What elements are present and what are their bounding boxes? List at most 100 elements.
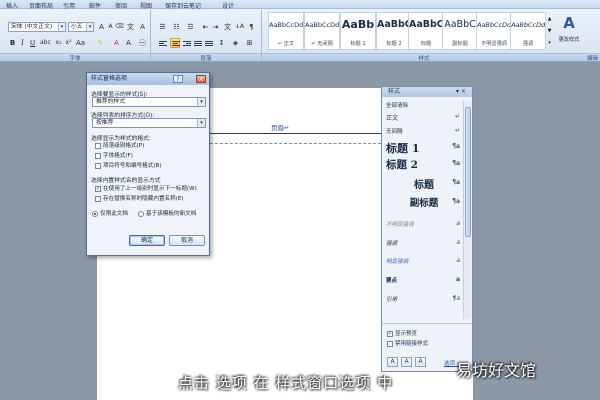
highlight-icon[interactable]: ✎ [96, 38, 105, 48]
line-spacing-icon[interactable]: ↕ [217, 38, 226, 48]
show-next-heading-checkbox[interactable]: ✓ 在使用了上一级别时显示下一标题(W) [95, 184, 197, 192]
text-effect-icon[interactable]: Aa [76, 38, 85, 48]
gallery-scroll-down-icon[interactable]: ▼ [545, 26, 554, 36]
sort-order-select[interactable]: 按推荐 ▾ [92, 118, 206, 128]
tab-design[interactable]: 设计 [222, 1, 234, 10]
new-style-icon[interactable]: A [387, 357, 398, 367]
align-right-icon[interactable] [183, 40, 191, 48]
multilevel-list-icon[interactable]: ☲ [186, 22, 195, 32]
gallery-scroll-up-icon[interactable]: ▲ [545, 14, 554, 24]
paragraph-format-checkbox[interactable]: 段落级别格式(P) [95, 141, 144, 149]
checkbox-unchecked-icon [387, 340, 393, 347]
style-tile-normal[interactable]: AaBbCcDd ↵ 正文 [268, 12, 304, 50]
superscript-icon[interactable]: x² [64, 38, 73, 48]
dialog-titlebar: 样式窗格选项 ? × [87, 73, 209, 85]
tab-references[interactable]: 引用 [63, 1, 75, 10]
char-style-icon: a [456, 257, 460, 264]
align-center-icon[interactable] [170, 38, 180, 48]
clear-format-icon[interactable]: ⌫ [115, 22, 124, 32]
show-preview-checkbox[interactable]: ✓ 显示预览 [387, 329, 417, 337]
tab-page-layout[interactable]: 页面布局 [29, 1, 53, 10]
style-tile-no-spacing[interactable]: AaBbCcDd ↵ 无间隔 [304, 12, 340, 50]
chevron-down-icon[interactable]: ▾ [58, 23, 65, 31]
tab-insert[interactable]: 插入 [6, 1, 18, 10]
bullets-format-checkbox[interactable]: 项目符号和编号格式(B) [95, 161, 162, 169]
cancel-button[interactable]: 取消 [169, 235, 205, 246]
style-name: 不明显强调 [481, 41, 507, 47]
style-item-label: 不明显强调 [386, 222, 414, 228]
show-next-heading-label: 在使用了上一级别时显示下一标题(W) [103, 186, 197, 192]
grow-font-icon[interactable]: A [97, 22, 106, 32]
font-format-checkbox[interactable]: 字体格式(F) [95, 151, 133, 159]
styles-to-show-select[interactable]: 推荐的样式 ▾ [92, 97, 206, 107]
style-item-strong[interactable]: 要点 a [386, 276, 462, 284]
strikethrough-icon[interactable]: abc [40, 38, 51, 48]
style-tile-heading-2[interactable]: AaBbC 标题 2 [376, 12, 412, 50]
numbering-icon[interactable]: ☷ [172, 22, 181, 32]
style-inspector-icon[interactable]: A [401, 357, 412, 367]
tab-mailings[interactable]: 邮件 [89, 1, 101, 10]
chevron-down-icon[interactable]: ▾ [197, 98, 205, 106]
change-styles-button[interactable]: A 更改样式 [555, 12, 583, 50]
scroll-thumb[interactable] [465, 107, 471, 237]
style-item-emphasis[interactable]: 强调 a [386, 239, 462, 247]
style-item-subtitle[interactable]: 副标题 ¶a [386, 195, 462, 209]
increase-indent-icon[interactable]: ⇥ [211, 22, 220, 32]
style-tile-emphasis[interactable]: AaBbCcDd 强调 [510, 12, 546, 50]
tab-save-to-cloud-notes[interactable]: 保存到云笔记 [165, 1, 201, 10]
style-item-intense-emphasis[interactable]: 明显强调 a [386, 257, 462, 265]
ok-button[interactable]: 确定 [129, 235, 165, 246]
style-item-title[interactable]: 标题 ¶a [386, 176, 462, 191]
tab-view[interactable]: 视图 [140, 1, 152, 10]
help-icon[interactable]: ? [173, 75, 183, 83]
shrink-font-icon[interactable]: A [106, 22, 115, 32]
justify-icon[interactable] [194, 40, 202, 48]
manage-styles-icon[interactable]: A [415, 357, 426, 367]
sort-icon[interactable]: ↓A [235, 22, 244, 32]
char-border-icon[interactable]: A [138, 22, 147, 32]
style-tile-heading-1[interactable]: AaBb 标题 1 [340, 12, 376, 50]
italic-icon[interactable]: I [18, 38, 27, 48]
style-item-no-spacing[interactable]: 无间隔 ↵ [386, 127, 462, 135]
bullets-icon[interactable]: ☰ [158, 22, 167, 32]
style-item-heading-1[interactable]: 标题 1 ¶a [386, 140, 462, 156]
template-documents-radio[interactable]: 基于该模板的新文档 [138, 209, 196, 217]
style-sample: AaBb [341, 18, 375, 31]
distributed-icon[interactable] [205, 40, 213, 48]
style-item-normal[interactable]: 正文 ↵ [386, 113, 462, 122]
style-tile-title[interactable]: AaBbC 标题 [408, 12, 444, 50]
style-list-scrollbar[interactable] [463, 101, 471, 319]
style-item-heading-2[interactable]: 标题 2 ¶a [386, 157, 462, 172]
enclose-char-icon[interactable]: ㊀ [138, 38, 147, 48]
chevron-down-icon[interactable]: ▾ [86, 23, 93, 31]
subscript-icon[interactable]: x₂ [54, 38, 63, 48]
borders-icon[interactable]: ⊞ [245, 38, 254, 48]
style-tile-subtitle[interactable]: AaBbC 副标题 [442, 12, 478, 50]
shading-icon[interactable]: ◈ [231, 38, 240, 48]
underline-icon[interactable]: U [28, 38, 37, 48]
disable-linked-styles-checkbox[interactable]: 禁用链接样式 [387, 339, 428, 347]
chinese-layout-icon[interactable]: 文 [223, 22, 232, 32]
char-shading-icon[interactable]: A [124, 38, 133, 48]
hide-builtin-name-checkbox[interactable]: 存在替换名称时隐藏内置名称(E) [95, 194, 184, 202]
phonetic-guide-icon[interactable]: 文 [126, 22, 135, 32]
style-item-quote[interactable]: 引用 ¶a [386, 295, 462, 303]
paragraph-format-label: 段落级别格式(P) [103, 143, 145, 149]
chevron-down-icon[interactable]: ▾ [197, 119, 205, 127]
align-left-icon[interactable] [159, 40, 167, 48]
style-tile-subtle-emphasis[interactable]: AaBbCcDd 不明显强调 [476, 12, 512, 50]
tab-review[interactable]: 审阅 [115, 1, 127, 10]
close-icon[interactable]: × [196, 75, 206, 83]
style-item-subtle-emphasis[interactable]: 不明显强调 a [386, 220, 462, 228]
only-this-document-radio[interactable]: 仅限此文档 [92, 209, 128, 217]
font-size-combo[interactable]: 小五 ▾ [68, 22, 94, 32]
gallery-more-icon[interactable]: ▾ [545, 38, 554, 48]
style-name: 标题 2 [386, 41, 402, 47]
show-marks-icon[interactable]: ¶ [247, 22, 256, 32]
font-color-icon[interactable]: A [112, 38, 121, 48]
style-item-clear-all[interactable]: 全部清除 [386, 101, 462, 109]
pane-menu-close-icon[interactable]: ▾ × [456, 87, 466, 97]
font-name-combo[interactable]: 宋体 (中文正文) ▾ [8, 22, 66, 32]
decrease-indent-icon[interactable]: ⇤ [201, 22, 210, 32]
bold-icon[interactable]: B [8, 38, 17, 48]
